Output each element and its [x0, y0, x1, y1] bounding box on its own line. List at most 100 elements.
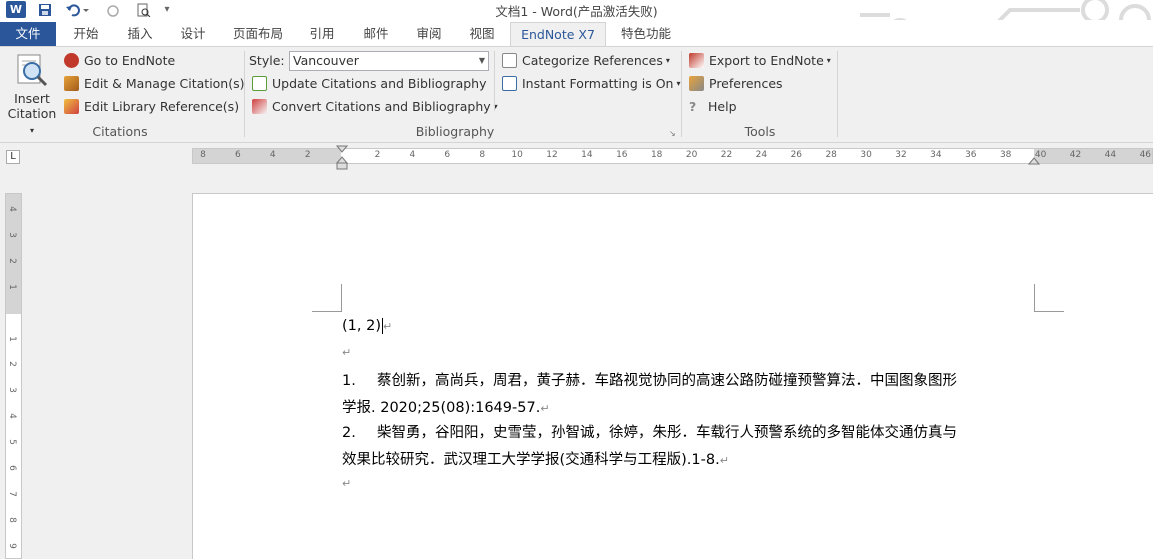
ruler-tick-label: 28	[825, 150, 837, 160]
group-inner-divider	[494, 51, 495, 111]
preferences-button[interactable]: Preferences	[689, 76, 783, 91]
vruler-tick-label: 1	[6, 283, 17, 290]
tab-page-layout[interactable]: 页面布局	[228, 22, 288, 46]
indent-marker-icon[interactable]	[336, 145, 348, 171]
ribbon-tabs: 文件 开始 插入 设计 页面布局 引用 邮件 审阅 视图 EndNote X7 …	[0, 20, 1153, 47]
tab-endnote[interactable]: EndNote X7	[510, 22, 606, 47]
bibliography-group-label: Bibliography	[415, 124, 495, 139]
reference-1-text: 蔡创新，高尚兵，周君，黄子赫．车路视觉协同的高速公路防碰撞预警算法．中国图象图形	[377, 373, 957, 389]
ruler-tick-label: 42	[1069, 150, 1082, 160]
vruler-tick-label: 9	[6, 542, 17, 549]
help-icon: ?	[689, 99, 697, 114]
tools-group-label: Tools	[744, 124, 776, 139]
empty-paragraph-1[interactable]: ↵	[342, 344, 351, 360]
goto-endnote-label: Go to EndNote	[84, 53, 176, 68]
reference-1-line-2[interactable]: 学报. 2020;25(08):1649-57.↵	[342, 396, 550, 417]
tab-mailings[interactable]: 邮件	[356, 22, 396, 46]
vertical-ruler[interactable]: 4 3 2 1 1 2 3 4 5 6 7 8 9	[5, 193, 22, 559]
ruler-tick-label: 8	[479, 150, 486, 160]
tab-file[interactable]: 文件	[0, 22, 56, 46]
tab-special-features[interactable]: 特色功能	[614, 22, 678, 46]
ruler-margin-left	[193, 149, 341, 163]
edit-citation-icon	[64, 76, 79, 91]
right-indent-marker-icon[interactable]	[1028, 157, 1040, 165]
horizontal-ruler[interactable]: 8 6 4 2 2 4 6 8 10 12 14 16 18 20 22 24 26 28 30 32 34 36 38 40…	[192, 145, 1153, 170]
preferences-icon	[689, 76, 704, 91]
goto-endnote-button[interactable]: Go to EndNote	[64, 53, 175, 68]
insert-citation-icon	[17, 54, 48, 87]
citation-paragraph[interactable]: (1, 2) ↵	[342, 318, 392, 334]
style-dropdown-arrow-icon[interactable]: ▼	[479, 52, 485, 70]
reference-2-text: 柴智勇，谷阳阳，史雪莹，孙智诚，徐婷，朱彤．车载行人预警系统的多智能体交通仿真与	[377, 425, 957, 441]
vruler-tick-label: 1	[6, 335, 17, 342]
ruler-tick-label: 12	[546, 150, 558, 160]
edit-library-reference-button[interactable]: Edit Library Reference(s)	[64, 99, 239, 114]
paragraph-mark: ↵	[719, 454, 729, 467]
edit-library-label: Edit Library Reference(s)	[84, 99, 240, 114]
tab-home[interactable]: 开始	[66, 22, 106, 46]
export-dropdown-icon[interactable]: ▾	[827, 56, 831, 65]
categorize-dropdown-icon[interactable]: ▾	[666, 56, 670, 65]
insert-citation-label-1: Insert	[14, 91, 50, 106]
edit-manage-label: Edit & Manage Citation(s)	[84, 76, 245, 91]
bibliography-dialog-launcher-icon[interactable]: ↘	[669, 129, 676, 138]
crop-mark-left	[312, 284, 342, 312]
ruler-tick-label: 24	[755, 150, 768, 160]
tab-view[interactable]: 视图	[462, 22, 502, 46]
paragraph-mark: ↵	[342, 477, 352, 490]
paragraph-mark: ↵	[382, 320, 393, 333]
instant-dropdown-icon[interactable]: ▾	[676, 79, 680, 88]
insert-citation-button[interactable]: Insert Citation ▾	[4, 51, 60, 135]
categorize-label: Categorize References	[522, 53, 663, 68]
edit-manage-citations-button[interactable]: Edit & Manage Citation(s)	[64, 76, 245, 91]
instant-formatting-button[interactable]: Instant Formatting is On ▾	[502, 76, 680, 91]
ruler-tick-label: 14	[581, 150, 593, 160]
style-label: Style:	[249, 53, 285, 68]
tab-insert[interactable]: 插入	[120, 22, 160, 46]
instant-formatting-icon	[502, 76, 517, 91]
ruler-tick-label: 38	[999, 150, 1012, 160]
ruler-tick-label: 30	[860, 150, 872, 160]
edit-library-icon	[64, 99, 79, 114]
insert-citation-label-2: Citation ▾	[7, 106, 57, 135]
reference-2-line-1[interactable]: 2. 柴智勇，谷阳阳，史雪莹，孙智诚，徐婷，朱彤．车载行人预警系统的多智能体交通仿…	[342, 421, 957, 442]
update-bibliography-icon	[252, 76, 267, 91]
vruler-tick-label: 4	[6, 413, 17, 420]
update-citations-button[interactable]: Update Citations and Bibliography	[252, 76, 487, 91]
style-select[interactable]: Vancouver ▼	[289, 51, 489, 71]
vruler-tick-label: 3	[6, 232, 17, 238]
categorize-references-button[interactable]: Categorize References ▾	[502, 53, 670, 68]
help-button[interactable]: ? Help	[689, 99, 737, 114]
tab-design[interactable]: 设计	[173, 22, 213, 46]
ruler-tick-label: 10	[511, 150, 523, 160]
ruler-tick-label: 6	[444, 150, 451, 160]
paragraph-mark: ↵	[540, 402, 550, 415]
vruler-tick-label: 7	[6, 491, 17, 497]
empty-paragraph-2[interactable]: ↵	[342, 475, 351, 491]
tab-stop-selector[interactable]: L	[6, 150, 20, 164]
convert-citations-button[interactable]: Convert Citations and Bibliography ▾	[252, 99, 498, 114]
ruler-tick-label: 4	[409, 150, 416, 160]
update-label: Update Citations and Bibliography	[272, 76, 487, 91]
reference-2-line-2[interactable]: 效果比较研究．武汉理工大学学报(交通科学与工程版).1-8.↵	[342, 448, 729, 469]
ruler-tick-label: 8	[200, 150, 206, 160]
reference-1-text-cont: 学报. 2020;25(08):1649-57.	[342, 400, 541, 416]
ruler-tick-label: 22	[720, 150, 733, 160]
in-text-citation[interactable]: (1, 2)	[342, 318, 381, 334]
export-label: Export to EndNote	[709, 53, 824, 68]
reference-1-line-1[interactable]: 1. 蔡创新，高尚兵，周君，黄子赫．车路视觉协同的高速公路防碰撞预警算法．中国图象…	[342, 369, 957, 390]
categorize-icon	[502, 53, 517, 68]
tab-references[interactable]: 引用	[302, 22, 342, 46]
reference-2-number: 2.	[342, 425, 356, 441]
ribbon: Insert Citation ▾ Go to EndNote Edit & M…	[0, 46, 1153, 143]
reference-2-text-cont: 效果比较研究．武汉理工大学学报(交通科学与工程版).1-8.	[342, 452, 720, 468]
group-divider	[244, 51, 245, 137]
vruler-tick-label: 2	[6, 257, 17, 264]
reference-1-number: 1.	[342, 373, 356, 389]
export-to-endnote-button[interactable]: Export to EndNote ▾	[689, 53, 831, 68]
help-label: Help	[708, 99, 737, 114]
tab-review[interactable]: 审阅	[409, 22, 449, 46]
style-select-value: Vancouver	[293, 53, 359, 68]
endnote-icon	[64, 53, 79, 68]
ruler-tick-label: 2	[374, 150, 381, 160]
